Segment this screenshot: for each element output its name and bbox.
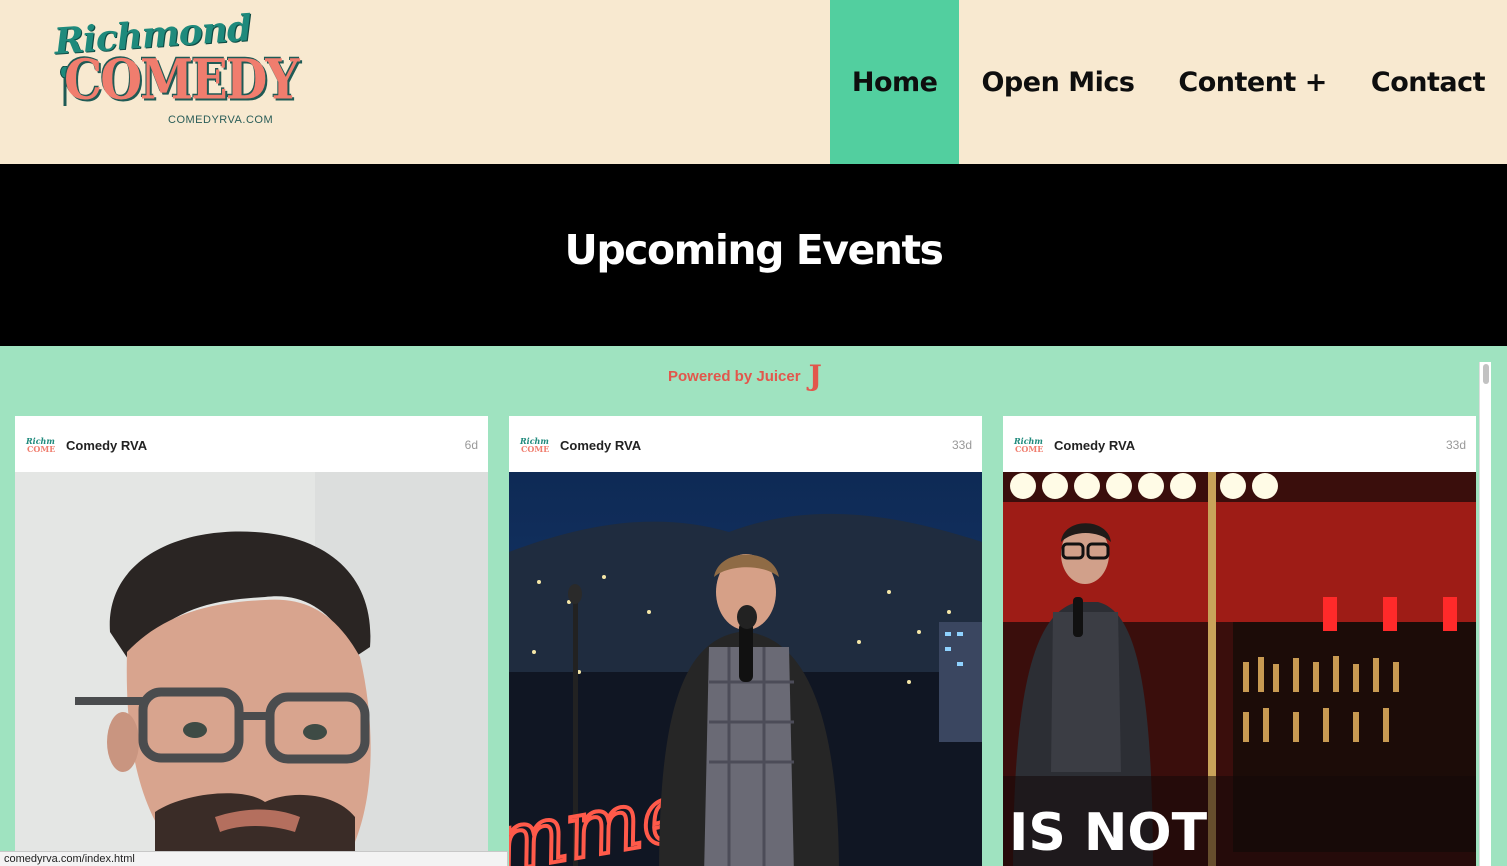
comedy-rva-avatar-icon: Richmnd COMEDY (519, 436, 549, 454)
card-age[interactable]: 6d (465, 438, 478, 452)
powered-by-juicer-link[interactable]: Powered by Juicer J (668, 362, 822, 390)
comedy-rva-avatar-icon: Richmnd COMEDY (1013, 436, 1043, 454)
events-banner: Upcoming Events (0, 164, 1507, 346)
svg-text:COMEDY: COMEDY (521, 444, 549, 454)
svg-text:COMEDY: COMEDY (27, 444, 55, 454)
juicer-logo-icon: J (808, 359, 822, 392)
feed-scroll-thumb[interactable] (1483, 364, 1489, 384)
logo-sub-text: COMEDYRVA.COM (168, 114, 274, 126)
feed-scrollbar[interactable] (1479, 362, 1491, 866)
card-header: Richmnd COMEDY Comedy RVA 33d (1003, 416, 1476, 472)
juicer-feed: Powered by Juicer J Richmnd COMEDY Comed… (0, 346, 1507, 866)
main-nav: Home Open Mics Content + Contact (829, 0, 1507, 164)
card-image-stage-bar[interactable]: IS NOT (1003, 472, 1476, 866)
card-age[interactable]: 33d (1446, 438, 1466, 452)
card-age[interactable]: 33d (952, 438, 972, 452)
feed-card[interactable]: Richmnd COMEDY Comedy RVA 33d (509, 416, 982, 866)
browser-status-bar: comedyrva.com/index.html (0, 851, 508, 866)
site-header: Richmond COMEDY COMEDYRVA.COM Home Open … (0, 0, 1507, 164)
card-header: Richmnd COMEDY Comedy RVA 33d (509, 416, 982, 472)
nav-contact[interactable]: Contact (1349, 0, 1507, 164)
page-title: Upcoming Events (564, 226, 944, 274)
comedy-rva-avatar-icon: Richmnd COMEDY (25, 436, 55, 454)
feed-card[interactable]: Richmnd COMEDY Comedy RVA 6d (15, 416, 488, 866)
svg-text:COMEDY: COMEDY (1015, 444, 1043, 454)
logo-main-text: COMEDY (64, 47, 300, 113)
card-image-headshot[interactable] (15, 472, 488, 866)
card-author[interactable]: Comedy RVA (66, 438, 147, 453)
richmond-comedy-logo[interactable]: Richmond COMEDY COMEDYRVA.COM (44, 7, 300, 134)
nav-home[interactable]: Home (829, 0, 960, 164)
nav-content[interactable]: Content + (1156, 0, 1348, 164)
card-image-stage-city[interactable]: mmel (509, 472, 982, 866)
nav-open-mics[interactable]: Open Mics (959, 0, 1156, 164)
card-overlay-text: IS NOT (1009, 803, 1208, 863)
powered-by-label: Powered by Juicer (668, 367, 801, 385)
card-author[interactable]: Comedy RVA (1054, 438, 1135, 453)
card-header: Richmnd COMEDY Comedy RVA 6d (15, 416, 488, 472)
card-author[interactable]: Comedy RVA (560, 438, 641, 453)
feed-card[interactable]: Richmnd COMEDY Comedy RVA 33d (1003, 416, 1476, 866)
